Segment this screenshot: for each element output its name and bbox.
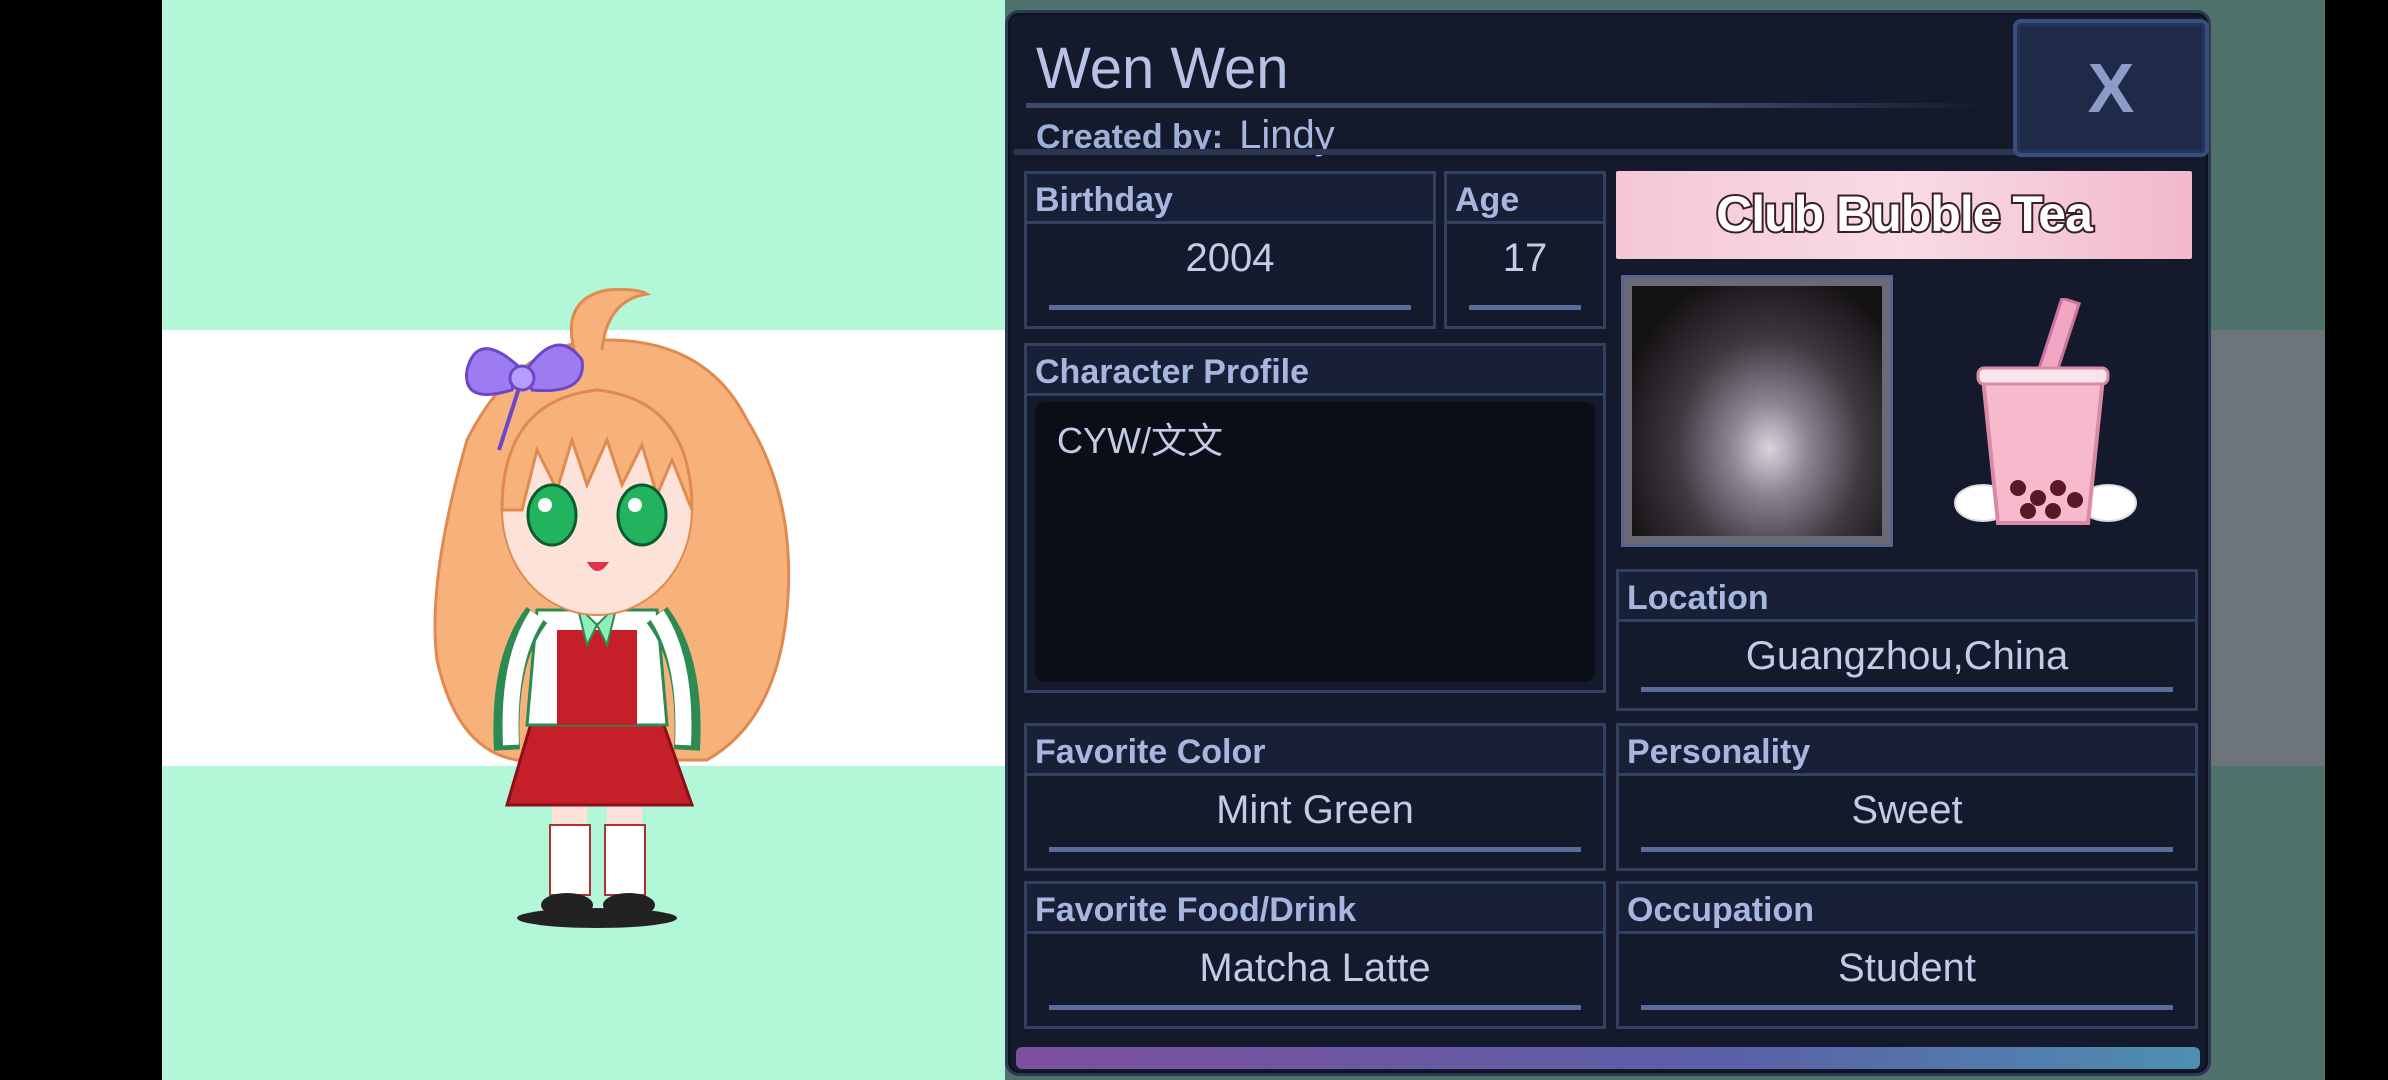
favorite-food-label: Favorite Food/Drink (1027, 884, 1603, 934)
character-name: Wen Wen (1036, 36, 1289, 101)
occupation-value[interactable]: Student (1619, 946, 2195, 991)
banner-text: Club Bubble Tea (1714, 184, 2095, 244)
title-divider (1026, 103, 1986, 108)
bubble-tea-icon (1954, 298, 2137, 525)
character-illustration[interactable] (407, 280, 827, 940)
title-bar: Wen Wen Created by: Lindy (1016, 21, 2006, 157)
close-button[interactable]: X (2013, 19, 2209, 157)
personality-label: Personality (1619, 726, 2195, 776)
personality-field[interactable]: Personality Sweet (1616, 723, 2198, 871)
favorite-food-value[interactable]: Matcha Latte (1027, 946, 1603, 991)
birthday-underline (1049, 305, 1411, 310)
favorite-color-field[interactable]: Favorite Color Mint Green (1024, 723, 1606, 871)
character-profile-field[interactable]: Character Profile CYW/文文 (1024, 343, 1606, 693)
personality-value[interactable]: Sweet (1619, 788, 2195, 833)
birthday-label: Birthday (1027, 174, 1433, 224)
skirt (504, 718, 695, 807)
favorite-color-label: Favorite Color (1027, 726, 1603, 776)
character-profile-panel: Wen Wen Created by: Lindy X Birthday 200… (1005, 10, 2211, 1076)
favorite-color-value[interactable]: Mint Green (1027, 788, 1603, 833)
occupation-field[interactable]: Occupation Student (1616, 881, 2198, 1029)
birthday-value[interactable]: 2004 (1027, 236, 1433, 281)
age-field[interactable]: Age 17 (1444, 171, 1606, 329)
panel-bottom-bar (1016, 1047, 2200, 1069)
location-value[interactable]: Guangzhou,China (1619, 634, 2195, 679)
birthday-field[interactable]: Birthday 2004 (1024, 171, 1436, 329)
left-eye (526, 483, 578, 547)
location-label: Location (1619, 572, 2195, 622)
occupation-label: Occupation (1619, 884, 2195, 934)
age-label: Age (1447, 174, 1603, 224)
shadow (517, 908, 677, 928)
character-profile-text: CYW/文文 (1057, 420, 1223, 461)
close-icon[interactable]: X (2088, 48, 2135, 128)
favorite-color-underline (1049, 847, 1581, 852)
character-profile-label: Character Profile (1027, 346, 1603, 396)
character-photo[interactable] (1621, 275, 1893, 547)
right-eye (616, 483, 668, 547)
favorite-food-field[interactable]: Favorite Food/Drink Matcha Latte (1024, 881, 1606, 1029)
photo-image (1632, 286, 1882, 536)
location-underline (1641, 687, 2173, 692)
favorite-food-underline (1049, 1005, 1581, 1010)
club-banner: Club Bubble Tea (1616, 171, 2192, 259)
age-underline (1469, 305, 1581, 310)
occupation-underline (1641, 1005, 2173, 1010)
character-profile-textbox[interactable]: CYW/文文 (1035, 402, 1595, 682)
age-value[interactable]: 17 (1447, 236, 1603, 281)
personality-underline (1641, 847, 2173, 852)
location-field[interactable]: Location Guangzhou,China (1616, 569, 2198, 711)
